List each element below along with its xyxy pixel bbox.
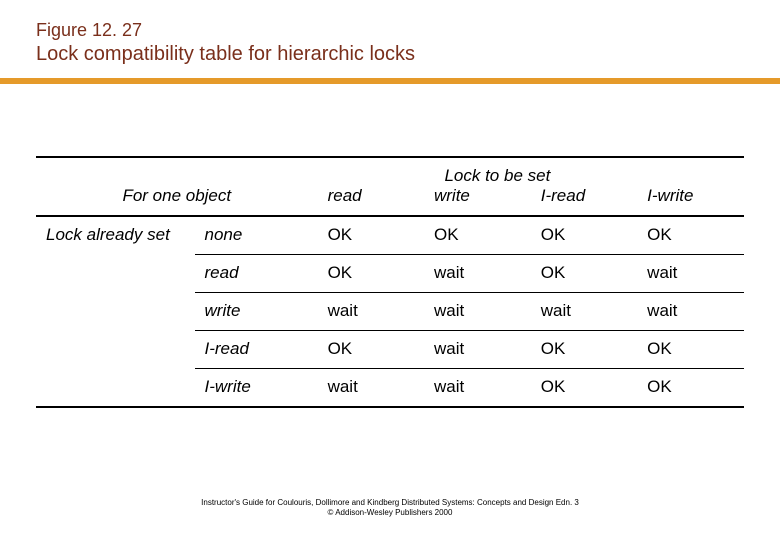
cell: OK: [424, 216, 531, 255]
cell: OK: [531, 255, 637, 293]
figure-title: Lock compatibility table for hierarchic …: [36, 43, 744, 66]
cell: OK: [531, 369, 637, 408]
cell: wait: [637, 255, 744, 293]
cell: wait: [424, 331, 531, 369]
cell: OK: [318, 216, 424, 255]
cell: wait: [531, 293, 637, 331]
footer-line1: Instructor's Guide for Coulouris, Dollim…: [0, 498, 780, 508]
lock-compat-table: For one object read Lock to be set write…: [36, 156, 744, 408]
cell: wait: [637, 293, 744, 331]
col-header-read: read: [318, 157, 424, 216]
cell: OK: [637, 369, 744, 408]
col-header-write: write: [434, 186, 470, 205]
row-state: I-write: [195, 369, 318, 408]
cell: OK: [531, 216, 637, 255]
header-for-one-object: For one object: [36, 157, 318, 216]
row-state: I-read: [195, 331, 318, 369]
row-state: write: [195, 293, 318, 331]
table-row: Lock already set none OK OK OK OK: [36, 216, 744, 255]
cell: wait: [424, 255, 531, 293]
figure-number: Figure 12. 27: [36, 20, 744, 41]
cell: OK: [637, 216, 744, 255]
cell: wait: [424, 369, 531, 408]
row-state: read: [195, 255, 318, 293]
cell: wait: [424, 293, 531, 331]
row-state: none: [195, 216, 318, 255]
cell: OK: [318, 255, 424, 293]
col-header-iwrite: I-write: [637, 157, 744, 216]
divider-bar: [0, 78, 780, 84]
footer-line2: © Addison-Wesley Publishers 2000: [0, 508, 780, 518]
cell: wait: [318, 369, 424, 408]
cell: OK: [637, 331, 744, 369]
row-header-lock-already-set: Lock already set: [36, 216, 195, 407]
cell: wait: [318, 293, 424, 331]
cell: OK: [531, 331, 637, 369]
cell: OK: [318, 331, 424, 369]
footer: Instructor's Guide for Coulouris, Dollim…: [0, 498, 780, 518]
